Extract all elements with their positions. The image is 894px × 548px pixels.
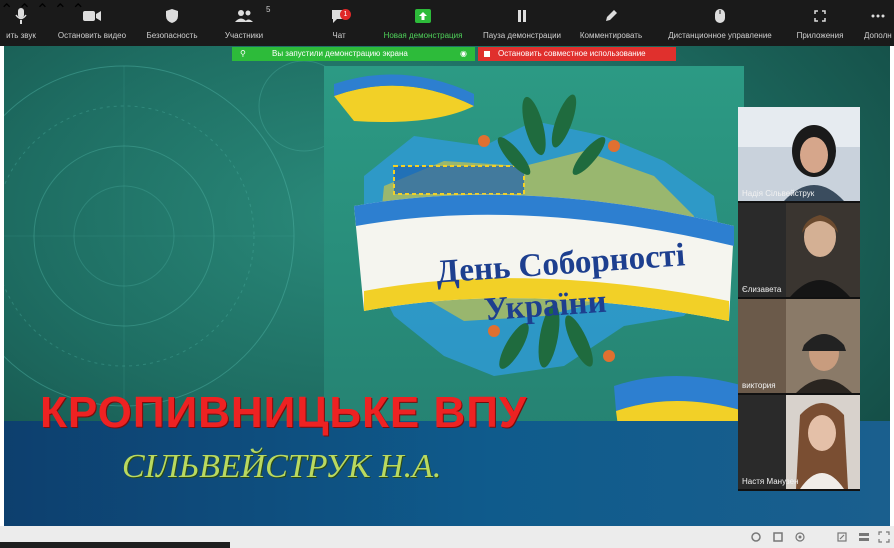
security-button[interactable]: Безопасность xyxy=(146,0,198,46)
pause-share-label: Пауза демонстрации xyxy=(482,31,561,40)
poster-image: День Соборності України xyxy=(324,66,744,441)
participant-name: виктория xyxy=(742,381,776,390)
stop-share-button[interactable]: Остановить совместное использование xyxy=(478,47,676,61)
slide-subtitle: СІЛЬВЕЙСТРУК Н.А. xyxy=(122,448,442,485)
participant-video xyxy=(738,299,860,393)
chat-unread-badge: 1 xyxy=(340,9,351,20)
participant-tile[interactable]: виктория xyxy=(738,299,860,395)
share-screen-icon xyxy=(392,7,454,25)
remote-control-label: Дистанционное управление xyxy=(668,31,772,40)
slide-title: КРОПИВНИЦЬКЕ ВПУ xyxy=(40,388,528,437)
sharing-status-text: Вы запустили демонстрацию экрана xyxy=(272,49,408,58)
stop-video-button[interactable]: Остановить видео xyxy=(58,0,126,46)
participant-video xyxy=(738,203,860,297)
edit-icon[interactable] xyxy=(836,531,848,543)
more-icon xyxy=(862,7,894,25)
remote-control-button[interactable]: Дистанционное управление xyxy=(668,0,772,46)
participant-tile[interactable]: Настя Манузен xyxy=(738,395,860,491)
search-icon: ⚲ xyxy=(240,49,246,58)
participant-video-panel: Надія Сільвейструк Єлизавета виктория На… xyxy=(738,107,860,491)
pause-icon xyxy=(492,7,552,25)
annotate-button[interactable]: Комментировать xyxy=(580,0,642,46)
stop-square-icon xyxy=(484,51,490,57)
participant-name: Надія Сільвейструк xyxy=(742,189,815,198)
unmute-button[interactable]: ить звук xyxy=(0,0,42,46)
microphone-icon xyxy=(0,7,42,25)
participant-tile[interactable]: Єлизавета xyxy=(738,203,860,299)
shield-icon xyxy=(146,7,198,25)
sharing-status-banner: ⚲ Вы запустили демонстрацию экрана ◉ xyxy=(232,47,475,61)
record-icon[interactable] xyxy=(794,531,806,543)
annotate-label: Комментировать xyxy=(579,31,643,40)
pen-icon xyxy=(580,7,642,25)
stop-video-label: Остановить видео xyxy=(57,31,127,40)
security-label: Безопасность xyxy=(146,31,198,40)
meeting-toolbar: ить звук ⌃ Остановить видео ⌃ Безопаснос… xyxy=(0,0,894,46)
chat-label: Чат xyxy=(332,31,346,40)
fullscreen-icon[interactable] xyxy=(878,531,890,543)
apps-button[interactable]: Приложения xyxy=(795,0,845,46)
participant-name: Настя Манузен xyxy=(742,477,799,486)
stop-share-label: Остановить совместное использование xyxy=(498,49,646,58)
participants-count: 5 xyxy=(266,5,271,14)
more-button[interactable]: Дополн xyxy=(862,0,894,46)
apps-icon xyxy=(795,7,845,25)
participants-button[interactable]: Участники xyxy=(222,0,266,46)
video-camera-icon xyxy=(62,7,122,25)
shield-icon: ◉ xyxy=(460,49,467,58)
settings-icon[interactable] xyxy=(750,531,762,543)
more-label: Дополн xyxy=(864,31,892,40)
zoom-meeting-window: ить звук ⌃ Остановить видео ⌃ Безопаснос… xyxy=(0,0,894,548)
participant-tile[interactable]: Надія Сільвейструк xyxy=(738,107,860,203)
unmute-label: ить звук xyxy=(6,31,36,40)
grid-view-icon[interactable] xyxy=(858,531,870,543)
apps-label: Приложения xyxy=(796,31,844,40)
new-share-button[interactable]: Новая демонстрация xyxy=(384,0,462,46)
chat-button[interactable]: Чат xyxy=(325,0,353,46)
participants-label: Участники xyxy=(224,31,264,40)
new-share-label: Новая демонстрация xyxy=(383,31,463,40)
participant-video xyxy=(738,107,860,201)
os-taskbar xyxy=(0,542,230,548)
mouse-icon xyxy=(670,7,770,25)
participant-name: Єлизавета xyxy=(742,285,782,294)
pause-share-button[interactable]: Пауза демонстрации xyxy=(483,0,561,46)
participant-video xyxy=(738,395,860,489)
layout-icon[interactable] xyxy=(772,531,784,543)
participants-icon xyxy=(222,7,266,25)
